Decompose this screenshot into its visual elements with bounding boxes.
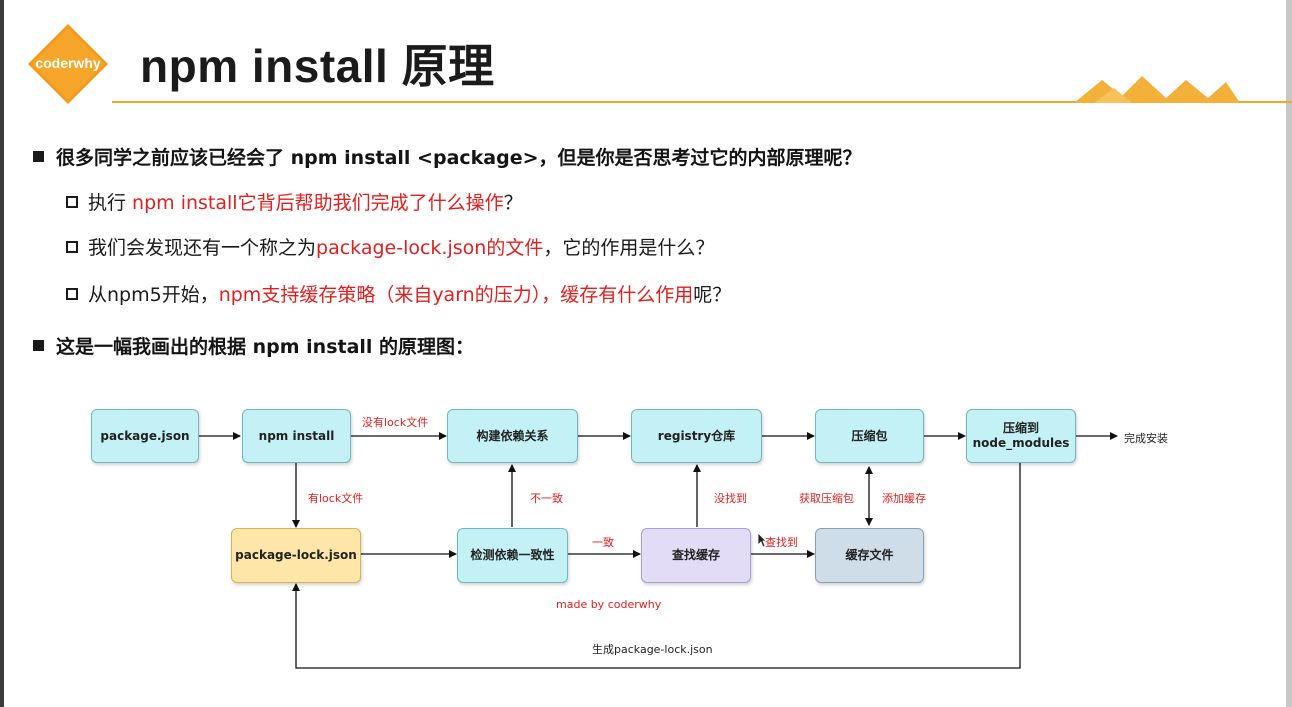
slide: coderwhy npm install 原理 很多同学之前应该已经会了 npm…	[0, 0, 1292, 707]
label-consistent: 一致	[592, 536, 614, 549]
node-package-lock: package-lock.json	[231, 528, 361, 583]
label-install-complete: 完成安装	[1124, 432, 1168, 445]
label-has-lock: 有lock文件	[308, 492, 364, 505]
label-add-cache: 添加缓存	[882, 492, 926, 505]
label-found: 查找到	[765, 536, 798, 549]
label-generate-lock: 生成package-lock.json	[592, 643, 713, 656]
label-no-lock: 没有lock文件	[362, 416, 429, 429]
node-tarball: 压缩包	[815, 409, 924, 463]
node-package-json: package.json	[91, 409, 199, 463]
node-npm-install: npm install	[242, 409, 351, 463]
node-extract-line2: node_modules	[972, 436, 1070, 450]
mouse-cursor-icon	[757, 532, 767, 548]
label-get-tarball: 获取压缩包	[799, 492, 854, 505]
label-inconsistent: 不一致	[530, 492, 563, 505]
node-extract-node-modules: 压缩到 node_modules	[966, 409, 1076, 463]
label-made-by: made by coderwhy	[556, 598, 662, 611]
node-cache-files: 缓存文件	[815, 528, 924, 583]
node-find-cache: 查找缓存	[641, 528, 751, 583]
node-registry: registry仓库	[631, 409, 762, 463]
label-not-found: 没找到	[714, 492, 747, 505]
node-build-dependencies: 构建依赖关系	[447, 409, 578, 463]
node-check-consistency: 检测依赖一致性	[457, 528, 568, 583]
node-extract-line1: 压缩到	[1002, 421, 1039, 435]
